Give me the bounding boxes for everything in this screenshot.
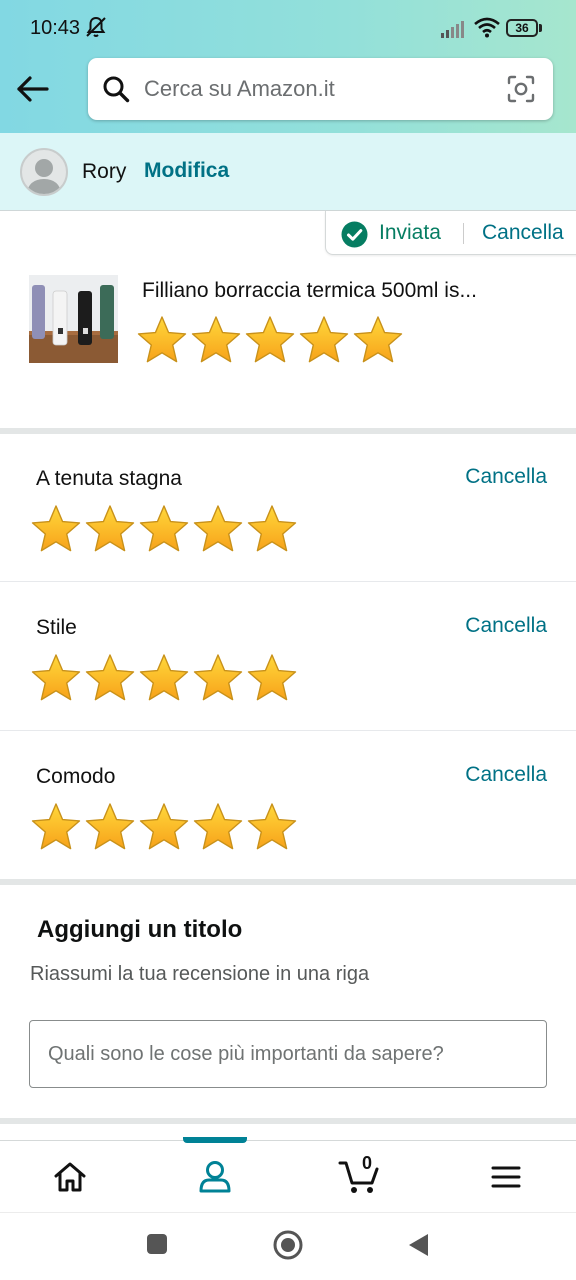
product-image [29, 275, 118, 363]
system-nav-bar [0, 1212, 576, 1280]
recents-icon[interactable] [146, 1233, 168, 1255]
search-bar[interactable]: Cerca su Amazon.it [88, 58, 553, 120]
section-divider [0, 1118, 576, 1124]
star-icon[interactable] [191, 503, 245, 555]
row-divider [0, 730, 576, 731]
search-icon[interactable] [102, 75, 130, 103]
star-icon[interactable] [29, 801, 83, 853]
attribute-cancel-link[interactable]: Cancella [465, 614, 547, 638]
star-icon[interactable] [245, 801, 299, 853]
check-circle-icon [341, 221, 368, 248]
back-arrow-icon[interactable] [14, 70, 52, 108]
review-title-input[interactable] [29, 1020, 547, 1088]
status-label: Inviata [379, 221, 441, 244]
active-tab-indicator [183, 1137, 247, 1143]
section-divider [0, 879, 576, 885]
title-subheading: Riassumi la tua recensione in una riga [30, 963, 370, 985]
attribute-rating[interactable] [29, 652, 299, 704]
star-icon[interactable] [137, 801, 191, 853]
star-icon[interactable] [351, 314, 405, 366]
camera-search-icon[interactable] [506, 74, 536, 104]
review-status-pill: Inviata Cancella [325, 211, 576, 255]
cart-button[interactable]: 0 [338, 1153, 382, 1197]
star-icon[interactable] [83, 801, 137, 853]
star-icon[interactable] [243, 314, 297, 366]
home-icon[interactable] [50, 1157, 90, 1197]
row-divider [0, 581, 576, 582]
attribute-label: Comodo [36, 765, 116, 788]
wifi-icon [474, 17, 500, 38]
search-placeholder[interactable]: Cerca su Amazon.it [144, 76, 335, 102]
product-rating[interactable] [135, 314, 405, 366]
star-icon[interactable] [191, 801, 245, 853]
home-circle-icon[interactable] [272, 1229, 304, 1261]
star-icon[interactable] [29, 503, 83, 555]
attribute-rating[interactable] [29, 801, 299, 853]
status-bar: 10:43 36 [0, 0, 576, 56]
attribute-label: A tenuta stagna [36, 467, 182, 490]
clock: 10:43 [30, 17, 81, 39]
avatar [20, 148, 68, 196]
signal-icon [441, 21, 464, 38]
battery-indicator: 36 [506, 19, 542, 37]
back-triangle-icon[interactable] [406, 1232, 430, 1258]
star-icon[interactable] [297, 314, 351, 366]
attribute-cancel-link[interactable]: Cancella [465, 465, 547, 489]
attribute-rating[interactable] [29, 503, 299, 555]
star-icon[interactable] [137, 503, 191, 555]
profile-strip: Rory Modifica [0, 133, 576, 211]
cart-count: 0 [362, 1153, 373, 1173]
section-divider [0, 428, 576, 434]
edit-profile-link[interactable]: Modifica [144, 159, 229, 183]
cart-icon[interactable] [338, 1157, 382, 1197]
attribute-label: Stile [36, 616, 77, 639]
account-icon[interactable] [195, 1157, 235, 1197]
star-icon[interactable] [83, 503, 137, 555]
star-icon[interactable] [245, 503, 299, 555]
star-icon[interactable] [135, 314, 189, 366]
star-icon[interactable] [191, 652, 245, 704]
profile-name: Rory [82, 160, 127, 183]
person-icon [26, 159, 62, 194]
star-icon[interactable] [245, 652, 299, 704]
header: 10:43 36 Cerca su Amazon.it [0, 0, 576, 133]
attribute-cancel-link[interactable]: Cancella [465, 763, 547, 787]
menu-icon[interactable] [486, 1157, 526, 1197]
separator [463, 223, 464, 244]
star-icon[interactable] [29, 652, 83, 704]
cancel-review-link[interactable]: Cancella [482, 221, 564, 245]
do-not-disturb-icon [86, 16, 106, 37]
product-title[interactable]: Filliano borraccia termica 500ml is... [142, 279, 477, 303]
star-icon[interactable] [83, 652, 137, 704]
star-icon[interactable] [137, 652, 191, 704]
title-heading: Aggiungi un titolo [37, 916, 243, 943]
star-icon[interactable] [189, 314, 243, 366]
bottom-nav: 0 [0, 1137, 576, 1212]
